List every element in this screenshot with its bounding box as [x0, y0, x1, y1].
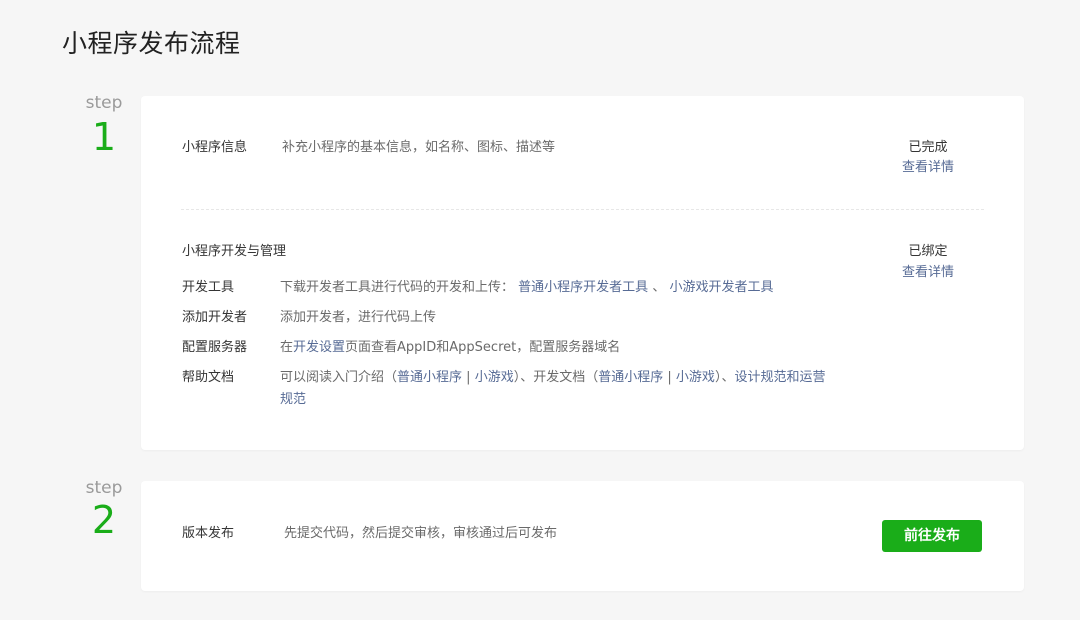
intro-game-link[interactable]: 小游戏 [475, 370, 514, 385]
dev-title: 小程序开发与管理 [182, 244, 287, 259]
docs-text-2: ）、开发文档（ [513, 370, 599, 385]
info-title: 小程序信息 [182, 140, 248, 155]
docs-normal-link[interactable]: 普通小程序 [598, 370, 663, 385]
developers-text: 添加开发者，进行代码上传 [280, 310, 437, 325]
design-spec-link[interactable]: 设计规范和运营 [734, 370, 825, 385]
docs-game-link[interactable]: 小游戏 [676, 370, 715, 385]
game-devtools-link[interactable]: 小游戏开发者工具 [669, 280, 773, 295]
intro-normal-link[interactable]: 普通小程序 [397, 370, 462, 385]
docs-bar-2: | [667, 370, 672, 385]
tools-row: 下载开发者工具进行代码的开发和上传： 普通小程序开发者工具 、 小游戏开发者工具 [280, 279, 773, 297]
release-description: 先提交代码，然后提交审核，审核通过后可发布 [284, 526, 558, 541]
tools-text: 下载开发者工具进行代码的开发和上传： [280, 280, 515, 295]
release-title: 版本发布 [182, 526, 235, 541]
go-publish-button[interactable]: 前往发布 [882, 520, 982, 552]
server-row: 在开发设置页面查看AppID和AppSecret，配置服务器域名 [280, 339, 620, 357]
step-1-card: 小程序信息 补充小程序的基本信息，如名称、图标、描述等 已完成 查看详情 小程序… [141, 96, 1024, 450]
docs-label: 帮助文档 [182, 370, 235, 385]
info-description: 补充小程序的基本信息，如名称、图标、描述等 [282, 140, 556, 155]
developers-label: 添加开发者 [182, 310, 248, 325]
design-spec-link-cont[interactable]: 规范 [280, 391, 306, 409]
server-prefix: 在 [280, 340, 294, 355]
step-2-card: 版本发布 先提交代码，然后提交审核，审核通过后可发布 前往发布 [141, 481, 1024, 591]
step-1-label: step [85, 93, 123, 113]
section-divider [181, 209, 984, 210]
step-1-number: 1 [91, 115, 117, 159]
normal-devtools-link[interactable]: 普通小程序开发者工具 [518, 280, 648, 295]
info-status: 已完成 [908, 140, 948, 155]
step-2-number: 2 [91, 498, 117, 542]
docs-bar-1: | [466, 370, 471, 385]
server-label: 配置服务器 [182, 340, 248, 355]
tools-separator: 、 [652, 280, 666, 295]
dev-detail-link[interactable]: 查看详情 [893, 264, 963, 282]
docs-text-3: ）、 [714, 370, 735, 385]
dev-settings-link[interactable]: 开发设置 [293, 340, 345, 355]
tools-label: 开发工具 [182, 280, 235, 295]
docs-row: 可以阅读入门介绍（普通小程序 | 小游戏）、开发文档（普通小程序 | 小游戏）、… [280, 369, 825, 387]
step-2-label: step [85, 478, 123, 498]
info-detail-link[interactable]: 查看详情 [893, 159, 963, 177]
docs-text-1: 可以阅读入门介绍（ [280, 370, 398, 385]
server-suffix: 页面查看AppID和AppSecret，配置服务器域名 [345, 340, 621, 355]
dev-status: 已绑定 [908, 244, 948, 259]
page-title: 小程序发布流程 [62, 29, 241, 58]
